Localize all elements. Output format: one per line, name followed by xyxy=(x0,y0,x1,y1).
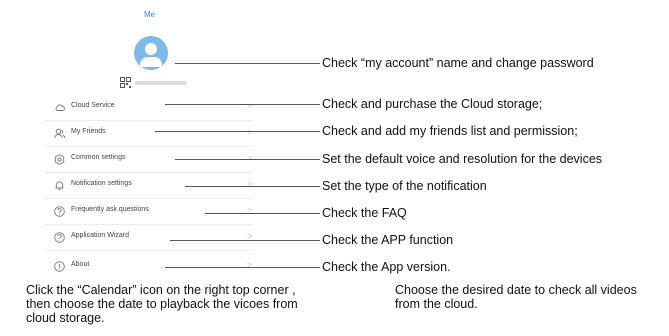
menu-item-label: My Friends xyxy=(71,128,106,135)
menu-item-label: Common settings xyxy=(71,154,126,161)
menu-item-label: Notification settings xyxy=(71,180,132,187)
annotation-faq: Check the FAQ xyxy=(322,206,407,220)
menu-item-label: About xyxy=(71,261,90,268)
chevron-right-icon: > xyxy=(247,260,253,270)
annotation-app-wizard: Check the APP function xyxy=(322,233,454,247)
annotation-common-settings: Set the default voice and resolution for… xyxy=(322,152,603,166)
annotation-notification: Set the type of the notification xyxy=(322,179,487,193)
page-title: Me xyxy=(143,10,156,19)
menu-item-application-wizard[interactable]: Application Wizard > xyxy=(45,225,252,251)
bell-icon xyxy=(55,181,64,191)
annotation-account: Check “my account” name and change passw… xyxy=(322,56,594,70)
account-name xyxy=(135,81,187,85)
chevron-right-icon: > xyxy=(247,179,253,189)
qr-code-icon[interactable] xyxy=(120,77,131,88)
caption-right: Choose the desired date to check all vid… xyxy=(395,283,637,311)
chevron-right-icon: > xyxy=(247,153,253,163)
leader-line xyxy=(170,240,320,241)
me-screen: Me Cloud Service > My Friends > Common s xyxy=(36,0,263,280)
leader-line xyxy=(175,63,320,64)
friends-icon xyxy=(54,128,65,139)
menu-item-faq[interactable]: Frequently ask questions > xyxy=(45,199,252,225)
caption-left: Click the “Calendar” icon on the right t… xyxy=(26,283,298,325)
info-icon xyxy=(54,261,65,272)
menu-item-common-settings[interactable]: Common settings > xyxy=(45,147,252,173)
menu-item-label: Application Wizard xyxy=(71,232,129,239)
question-icon xyxy=(54,206,65,217)
leader-line xyxy=(155,131,320,132)
leader-line xyxy=(165,104,320,105)
chevron-right-icon: > xyxy=(247,127,253,137)
cloud-icon xyxy=(55,104,65,111)
leader-line xyxy=(205,213,320,214)
leader-line xyxy=(175,159,320,160)
annotation-cloud-service: Check and purchase the Cloud storage; xyxy=(322,97,543,111)
annotation-about: Check the App version. xyxy=(322,260,451,274)
menu-item-label: Cloud Service xyxy=(71,102,115,109)
question-icon xyxy=(54,232,65,243)
annotation-my-friends: Check and add my friends list and permis… xyxy=(322,124,578,138)
leader-line xyxy=(165,267,320,268)
avatar[interactable] xyxy=(134,36,168,70)
chevron-right-icon: > xyxy=(247,101,253,111)
settings-icon xyxy=(54,154,65,165)
leader-line xyxy=(185,186,320,187)
menu-item-cloud-service[interactable]: Cloud Service > xyxy=(45,95,252,121)
menu-item-my-friends[interactable]: My Friends > xyxy=(45,121,252,147)
menu-item-label: Frequently ask questions xyxy=(71,206,149,213)
